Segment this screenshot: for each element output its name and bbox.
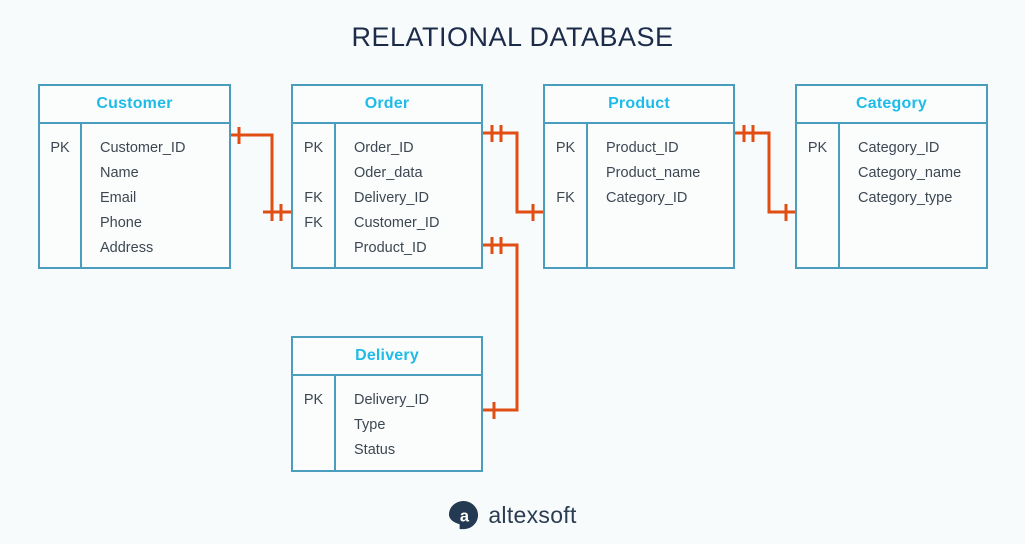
relationship-connectors [231,125,795,419]
relation-customer-order [231,127,291,221]
altexsoft-logo: a altexsoft [0,500,1025,531]
key-cell [40,186,80,211]
key-cell: PK [50,140,70,156]
entity-customer-key-column: PK [40,124,82,267]
key-cell [40,211,80,236]
entity-delivery-header: Delivery [293,338,481,376]
field-cell: Name [100,165,139,181]
field-cell: Category_ID [858,140,940,156]
entity-order-field-column: Order_ID Oder_data Delivery_ID Customer_… [336,124,481,267]
entity-product-key-column: PK FK [545,124,588,267]
field-cell: Category_type [858,190,953,206]
entity-delivery[interactable]: Delivery PK Delivery_ID Type Status [291,336,483,472]
entity-delivery-title: Delivery [355,347,419,364]
field-cell: Customer_ID [354,215,440,231]
key-cell: FK [556,190,575,206]
altexsoft-logo-text: altexsoft [488,502,577,528]
entity-product-title: Product [608,95,670,112]
entity-category-header: Category [797,86,986,124]
entity-product[interactable]: Product PK FK Product_ID Product_name Ca… [543,84,735,269]
entity-category-body: PK Category_ID Category_name Category_ty… [797,124,986,267]
field-cell: Address [100,240,154,256]
entity-product-body: PK FK Product_ID Product_name Category_I… [545,124,733,267]
key-cell [293,161,334,186]
entity-product-field-column: Product_ID Product_name Category_ID [588,124,733,267]
logo-mark-letter: a [460,507,470,525]
relation-order-delivery [483,237,519,419]
relation-order-product [483,125,543,221]
key-cell [40,161,80,186]
key-cell: FK [304,215,323,231]
entity-delivery-key-column: PK [293,376,336,470]
entity-category-field-column: Category_ID Category_name Category_type [840,124,986,267]
key-cell: PK [555,140,576,156]
key-cell [293,236,334,261]
entity-order[interactable]: Order PK FK FK Order_ID Oder_data Delive… [291,84,483,269]
field-cell: Email [100,190,137,206]
entity-order-key-column: PK FK FK [293,124,336,267]
entity-category[interactable]: Category PK Category_ID Category_name Ca… [795,84,988,269]
entity-order-title: Order [364,95,410,112]
key-cell: PK [303,392,324,408]
field-cell: Customer_ID [100,140,186,156]
field-cell: Product_ID [354,240,427,256]
key-cell [293,413,334,438]
field-cell: Delivery_ID [354,190,429,206]
entity-order-header: Order [293,86,481,124]
page-title: RELATIONAL DATABASE [351,22,674,52]
altexsoft-logo-icon: a [449,500,479,530]
field-cell: Product_ID [606,140,679,156]
entity-customer-body: PK Customer_ID Name Email Phone Address [40,124,229,267]
entity-customer-field-column: Customer_ID Name Email Phone Address [82,124,229,267]
field-cell: Status [354,442,396,458]
entity-category-title: Category [856,95,927,112]
entity-order-body: PK FK FK Order_ID Oder_data Delivery_ID … [293,124,481,267]
key-cell: PK [807,140,828,156]
key-cell: FK [304,190,323,206]
field-cell: Category_ID [606,190,688,206]
entity-product-header: Product [545,86,733,124]
key-cell: PK [303,140,324,156]
entity-customer-header: Customer [40,86,229,124]
key-cell [797,161,838,186]
entity-customer[interactable]: Customer PK Customer_ID Name Email Phone… [38,84,231,269]
field-cell: Delivery_ID [354,392,429,408]
entity-delivery-body: PK Delivery_ID Type Status [293,376,481,470]
entity-delivery-field-column: Delivery_ID Type Status [336,376,481,470]
key-cell [293,438,334,463]
field-cell: Order_ID [354,140,414,156]
key-cell [797,186,838,211]
key-cell [545,161,586,186]
field-cell: Phone [100,215,142,231]
field-cell: Product_name [606,165,701,181]
field-cell: Oder_data [354,165,423,181]
relation-product-category [735,125,795,221]
field-cell: Category_name [858,165,962,181]
field-cell: Type [354,417,386,433]
key-cell [40,236,80,261]
diagram-canvas: RELATIONAL DATABASE Customer PK Customer… [0,0,1025,544]
entity-category-key-column: PK [797,124,840,267]
entity-customer-title: Customer [96,95,173,112]
